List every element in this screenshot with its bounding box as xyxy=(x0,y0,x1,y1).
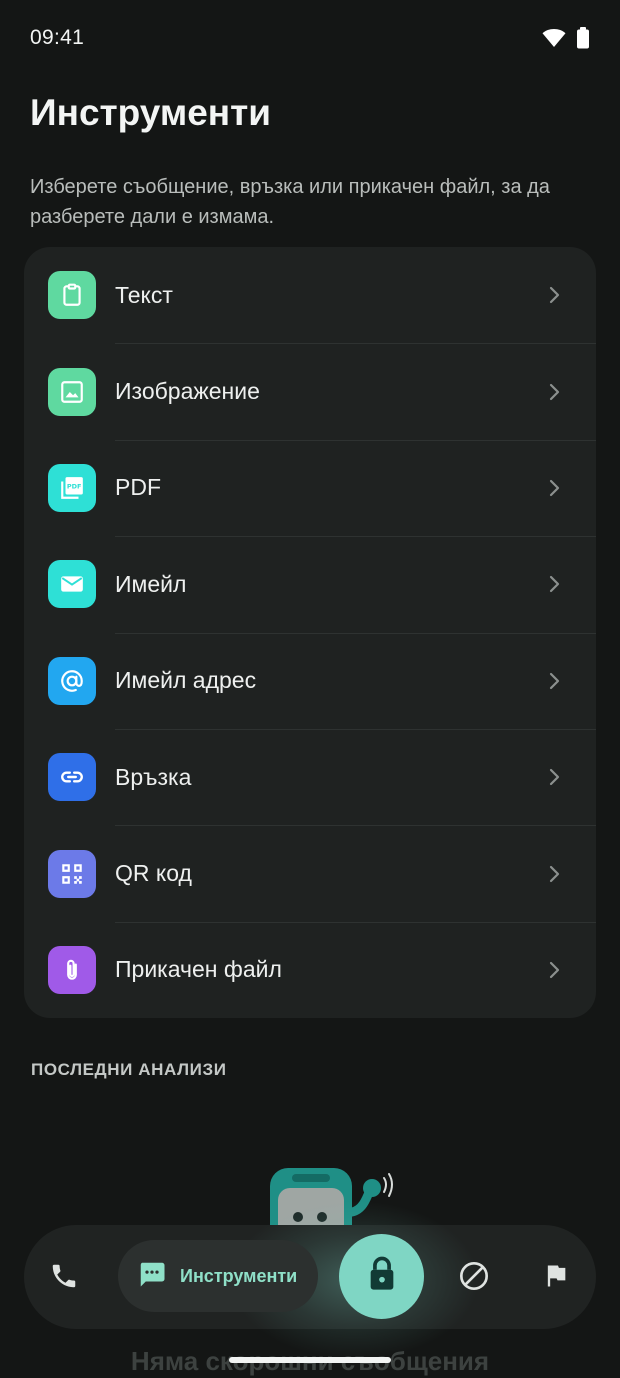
status-time: 09:41 xyxy=(30,26,85,49)
paperclip-icon xyxy=(48,945,96,994)
wifi-icon xyxy=(542,28,566,48)
tool-item-email-address[interactable]: Имейл адрес xyxy=(24,632,596,729)
chevron-right-icon xyxy=(544,382,564,402)
tool-label: Прикачен файл xyxy=(115,956,282,983)
nav-tools-label: Инструменти xyxy=(180,1265,298,1286)
chevron-right-icon xyxy=(544,671,564,691)
page-title: Инструменти xyxy=(30,92,272,133)
lock-icon xyxy=(365,1255,399,1298)
tool-label: Изображение xyxy=(115,378,260,405)
tool-item-pdf[interactable]: PDF PDF xyxy=(24,439,596,536)
phone-icon xyxy=(49,1261,79,1296)
page-subtitle: Изберете съобщение, връзка или прикачен … xyxy=(30,176,550,228)
battery-icon xyxy=(576,27,590,49)
nav-lock-button[interactable] xyxy=(339,1234,424,1319)
tool-item-email[interactable]: Имейл xyxy=(24,536,596,632)
tool-label: Имейл адрес xyxy=(115,667,257,694)
status-bar: 09:41 xyxy=(0,0,620,76)
nav-block-button[interactable] xyxy=(450,1254,498,1302)
tool-item-link[interactable]: Връзка xyxy=(24,728,596,825)
svg-text:PDF: PDF xyxy=(67,483,82,491)
image-icon xyxy=(48,367,96,416)
pdf-icon: PDF xyxy=(48,463,96,512)
chevron-right-icon xyxy=(544,960,564,980)
at-sign-icon xyxy=(48,656,96,705)
chevron-right-icon xyxy=(544,864,564,884)
block-icon xyxy=(458,1260,490,1297)
chevron-right-icon xyxy=(544,767,564,787)
tool-label: QR код xyxy=(115,860,192,887)
recent-heading: ПОСЛЕДНИ АНАЛИЗИ xyxy=(31,1060,227,1079)
mail-icon xyxy=(48,560,96,609)
clipboard-icon xyxy=(48,271,96,320)
home-indicator[interactable] xyxy=(229,1357,391,1363)
nav-flag-button[interactable] xyxy=(532,1254,580,1302)
chat-icon xyxy=(136,1259,168,1294)
flag-icon xyxy=(542,1262,570,1295)
tool-label: PDF xyxy=(115,474,161,501)
tools-list: Текст Изображение PDF PDF Имейл Имейл ад… xyxy=(24,247,596,1018)
chevron-right-icon xyxy=(544,574,564,594)
chevron-right-icon xyxy=(544,285,564,305)
chevron-right-icon xyxy=(544,478,564,498)
tool-item-qr-code[interactable]: QR код xyxy=(24,825,596,921)
tool-label: Имейл xyxy=(115,570,187,597)
status-icons xyxy=(542,27,590,49)
tool-item-text[interactable]: Текст xyxy=(24,247,596,343)
link-icon xyxy=(48,753,96,802)
qr-code-icon xyxy=(48,849,96,898)
tool-label: Връзка xyxy=(115,763,192,790)
nav-tools-tab[interactable]: Инструменти xyxy=(118,1240,318,1312)
tool-label: Текст xyxy=(115,281,173,308)
nav-phone-button[interactable] xyxy=(40,1254,88,1302)
tool-item-image[interactable]: Изображение xyxy=(24,343,596,439)
tool-item-attachment[interactable]: Прикачен файл xyxy=(24,921,596,1018)
